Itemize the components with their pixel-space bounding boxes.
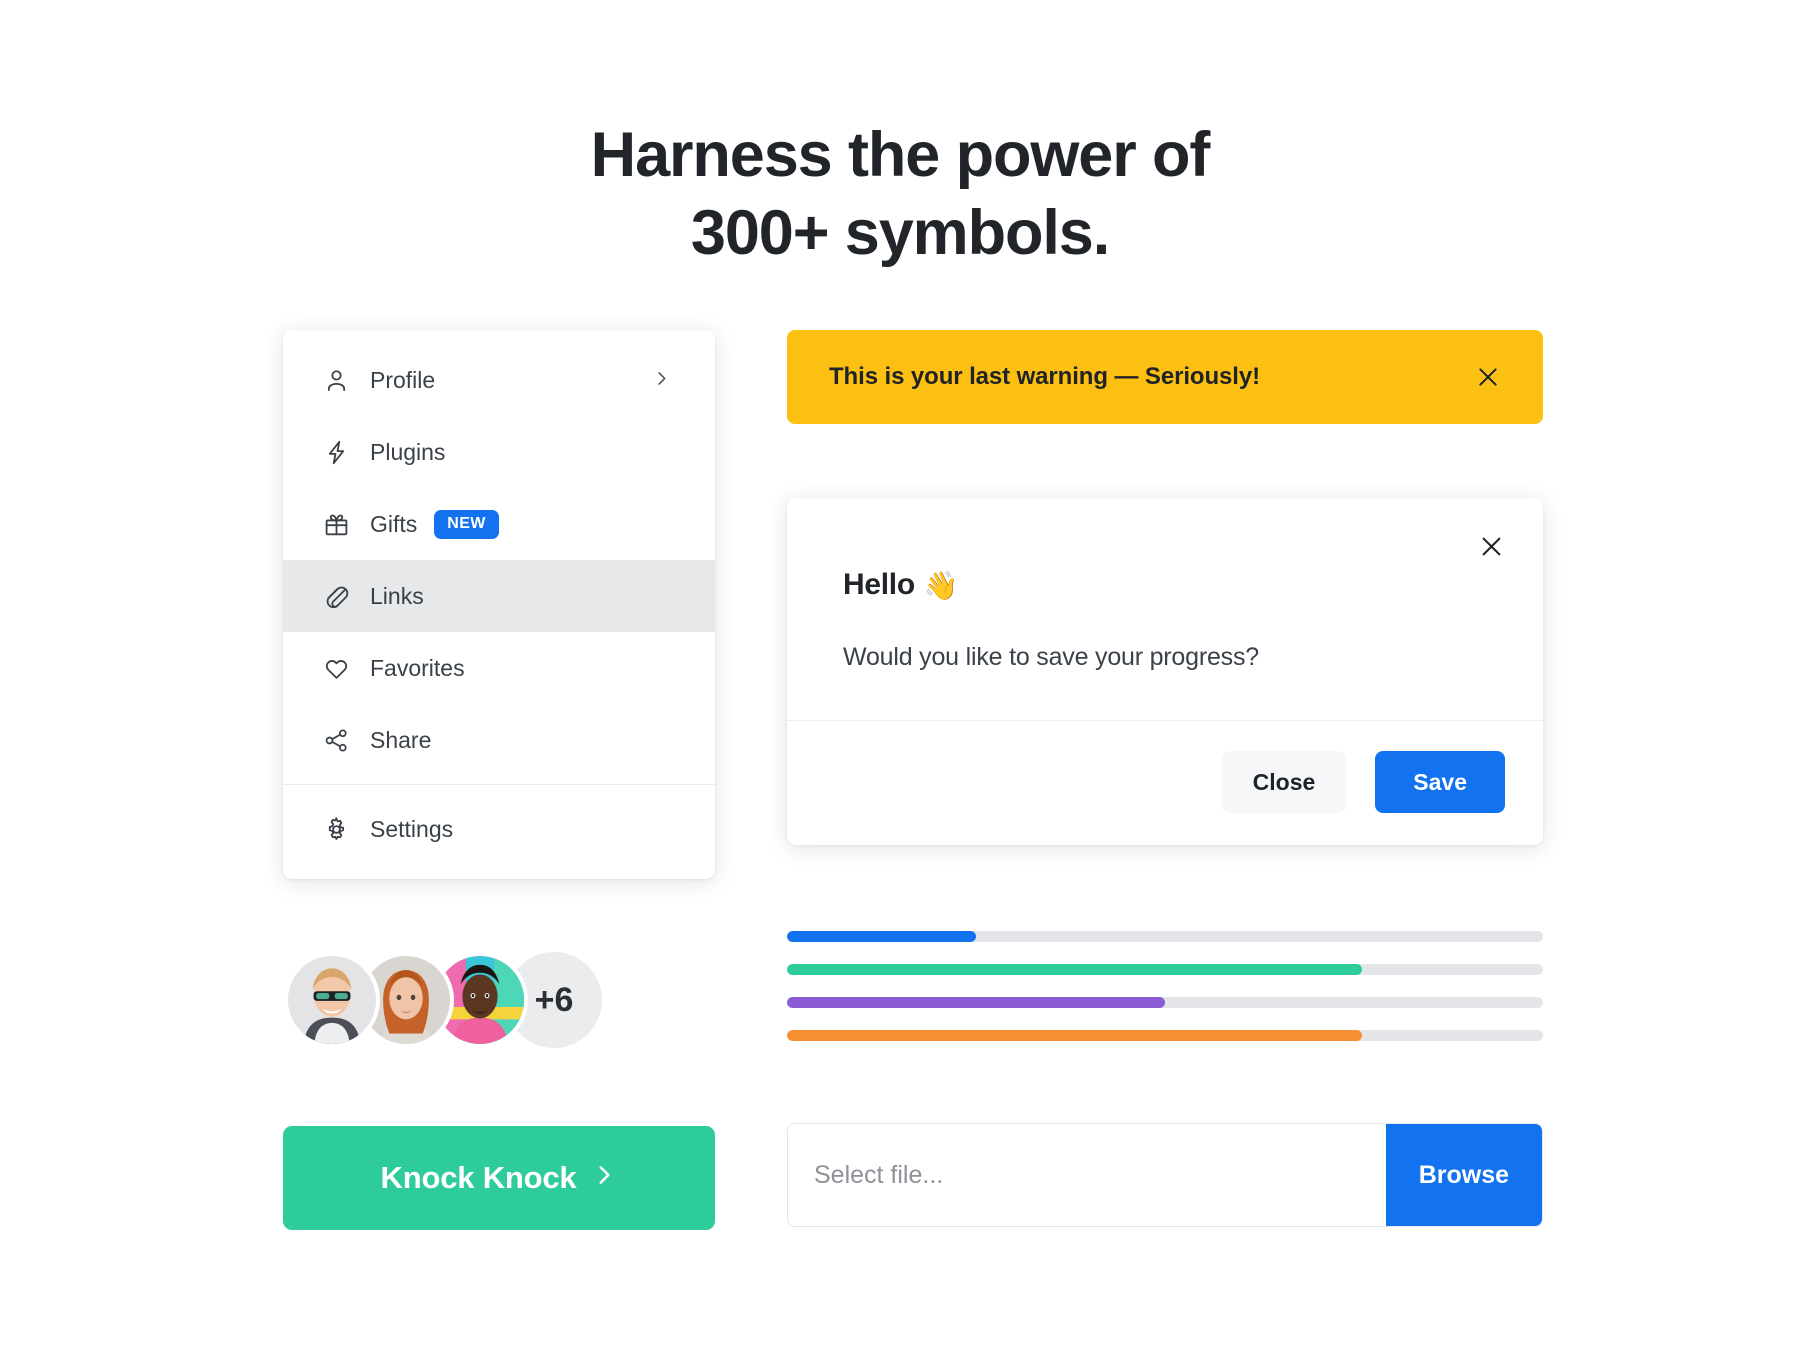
knock-knock-button[interactable]: Knock Knock [283, 1126, 715, 1231]
progress-bar-blue[interactable] [787, 931, 1543, 943]
paperclip-icon [321, 581, 351, 611]
progress-bar-group [787, 931, 1543, 1042]
warning-banner: This is your last warning — Seriously! [787, 330, 1543, 425]
file-picker: Browse [787, 1123, 1543, 1228]
sidebar-item-label: Gifts [370, 510, 418, 537]
progress-bar-fill [787, 964, 1362, 976]
knock-knock-label: Knock Knock [380, 1160, 577, 1196]
menu-divider [283, 784, 715, 786]
page-title-line-1: Harness the power of [590, 120, 1211, 190]
right-column: This is your last warning — Seriously! H… [787, 330, 1543, 1228]
content-stage: Profile Plugins Gifts NEW Links Favorite… [0, 330, 1800, 1231]
bolt-icon [321, 437, 351, 467]
avatar-group: +6 [283, 952, 715, 1049]
sidebar-item-settings[interactable]: Settings [283, 793, 715, 865]
page-title: Harness the power of 300+ symbols. [0, 116, 1800, 272]
close-button[interactable]: Close [1221, 751, 1347, 814]
waving-hand-icon: 👋 [923, 569, 959, 601]
sidebar-item-plugins[interactable]: Plugins [283, 416, 715, 488]
progress-bar-fill [787, 1030, 1362, 1042]
sidebar-menu-card: Profile Plugins Gifts NEW Links Favorite… [283, 330, 715, 880]
sidebar-item-share[interactable]: Share [283, 704, 715, 776]
save-button[interactable]: Save [1375, 751, 1505, 814]
sidebar-item-label: Links [370, 582, 424, 609]
file-path-input[interactable] [788, 1124, 1386, 1227]
dialog-footer: Close Save [787, 720, 1543, 845]
warning-banner-text: This is your last warning — Seriously! [829, 363, 1260, 391]
hero-section: Harness the power of 300+ symbols. [0, 0, 1800, 272]
sidebar-item-label: Share [370, 726, 432, 753]
dialog-title: Hello 👋 [843, 568, 1487, 602]
status-badge: NEW [434, 509, 499, 539]
save-progress-dialog: Hello 👋 Would you like to save your prog… [787, 498, 1543, 846]
sidebar-item-label: Settings [370, 815, 454, 842]
avatar[interactable] [284, 952, 380, 1049]
close-icon[interactable] [1470, 525, 1513, 568]
user-icon [321, 365, 351, 395]
gift-icon [321, 509, 351, 539]
progress-bar-purple[interactable] [787, 997, 1543, 1009]
dialog-title-text: Hello [843, 568, 915, 602]
share-icon [321, 725, 351, 755]
progress-bar-orange[interactable] [787, 1030, 1543, 1042]
chevron-right-icon [652, 367, 671, 394]
heart-icon [321, 653, 351, 683]
chevron-right-icon [591, 1160, 617, 1196]
progress-bar-fill [787, 997, 1165, 1009]
page-title-line-2: 300+ symbols. [690, 198, 1110, 269]
sidebar-item-links[interactable]: Links [283, 560, 715, 633]
gear-icon [321, 814, 351, 844]
sidebar-item-label: Favorites [370, 654, 465, 681]
progress-bar-fill [787, 931, 976, 943]
sidebar-item-favorites[interactable]: Favorites [283, 632, 715, 704]
sidebar-item-profile[interactable]: Profile [283, 344, 715, 416]
sidebar-item-label: Plugins [370, 438, 446, 465]
dialog-body: Hello 👋 Would you like to save your prog… [787, 498, 1543, 720]
avatar-overflow-label: +6 [534, 980, 574, 1019]
progress-bar-green[interactable] [787, 964, 1543, 976]
dialog-message: Would you like to save your progress? [843, 643, 1259, 672]
close-icon[interactable] [1469, 358, 1507, 396]
sidebar-item-label: Profile [370, 366, 436, 393]
sidebar-item-gifts[interactable]: Gifts NEW [283, 488, 715, 560]
left-column: Profile Plugins Gifts NEW Links Favorite… [283, 330, 715, 1231]
browse-button[interactable]: Browse [1385, 1124, 1542, 1227]
